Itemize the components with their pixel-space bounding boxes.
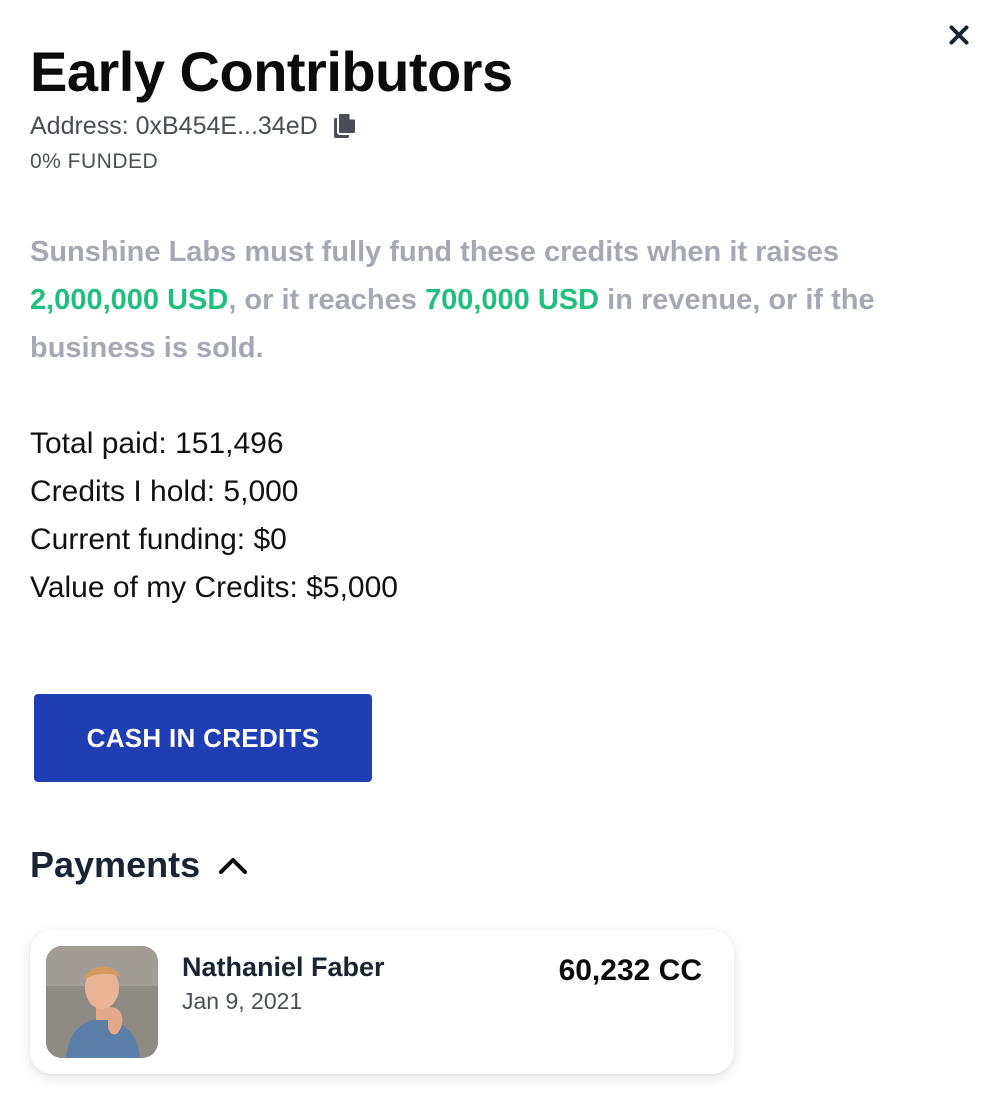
- description-text: Sunshine Labs must fully fund these cred…: [30, 236, 839, 268]
- close-icon: [949, 25, 969, 45]
- credits-held: Credits I hold: 5,000: [30, 475, 299, 508]
- chevron-up-icon: [218, 854, 248, 876]
- cash-in-credits-button[interactable]: CASH IN CREDITS: [34, 694, 372, 782]
- close-button[interactable]: [944, 20, 974, 50]
- current-funding: Current funding: $0: [30, 523, 287, 556]
- payment-amount: 60,232 CC: [558, 954, 702, 987]
- address-row: Address: 0xB454E...34eD: [30, 110, 358, 142]
- description-text: , or it reaches: [228, 284, 425, 316]
- payments-title: Payments: [30, 844, 201, 885]
- funding-description: Sunshine Labs must fully fund these cred…: [30, 228, 950, 372]
- address-label: Address: 0xB454E...34eD: [30, 112, 318, 140]
- stats-list: Total paid: 151,496 Credits I hold: 5,00…: [30, 420, 398, 612]
- total-paid: Total paid: 151,496: [30, 427, 284, 460]
- funded-status: 0% FUNDED: [30, 150, 159, 173]
- copy-icon[interactable]: [332, 112, 358, 140]
- payments-toggle[interactable]: Payments: [30, 840, 248, 890]
- credits-value: Value of my Credits: $5,000: [30, 571, 398, 604]
- page-title: Early Contributors: [30, 40, 513, 103]
- payment-date: Jan 9, 2021: [182, 988, 303, 1014]
- avatar: [46, 946, 158, 1058]
- raise-amount: 2,000,000 USD: [30, 284, 229, 316]
- revenue-amount: 700,000 USD: [424, 284, 600, 316]
- payment-card[interactable]: Nathaniel Faber Jan 9, 2021 60,232 CC: [30, 930, 734, 1074]
- payer-name: Nathaniel Faber: [182, 952, 385, 982]
